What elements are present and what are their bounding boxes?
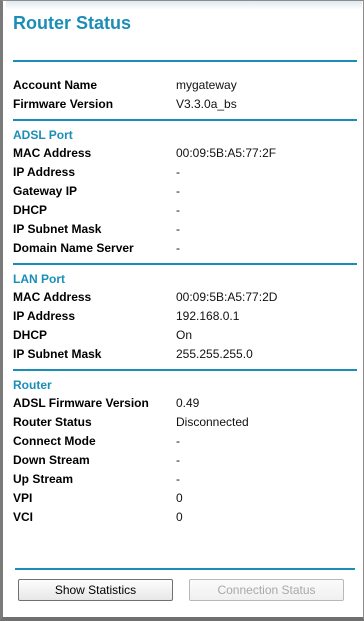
field-label: Account Name bbox=[13, 77, 98, 92]
field-label: VCI bbox=[13, 509, 34, 524]
divider bbox=[13, 369, 357, 371]
field-label: IP Address bbox=[13, 164, 76, 179]
account-section: Account Name mygateway Firmware Version … bbox=[13, 75, 359, 113]
field-label: IP Subnet Mask bbox=[13, 346, 102, 361]
field-value: - bbox=[176, 433, 180, 448]
row-adsl-mac: MAC Address 00:09:5B:A5:77:2F bbox=[13, 143, 359, 162]
field-value: On bbox=[176, 327, 193, 342]
field-label: Connect Mode bbox=[13, 433, 96, 448]
row-firmware-version: Firmware Version V3.3.0a_bs bbox=[13, 94, 359, 113]
field-value: 255.255.255.0 bbox=[176, 346, 253, 361]
row-down-stream: Down Stream - bbox=[13, 450, 359, 469]
section-title-lan-port: LAN Port bbox=[13, 272, 65, 286]
field-label: Gateway IP bbox=[13, 183, 78, 198]
field-label: IP Address bbox=[13, 308, 76, 323]
field-value: - bbox=[176, 183, 180, 198]
row-lan-dhcp: DHCP On bbox=[13, 325, 359, 344]
field-label: Down Stream bbox=[13, 452, 90, 467]
row-adsl-dhcp: DHCP - bbox=[13, 200, 359, 219]
lan-port-section: LAN Port MAC Address 00:09:5B:A5:77:2D I… bbox=[13, 271, 359, 363]
button-bar: Show Statistics Connection Status bbox=[15, 568, 355, 606]
field-value: 0 bbox=[176, 490, 183, 505]
router-section: Router ADSL Firmware Version 0.49 Router… bbox=[13, 377, 359, 526]
divider bbox=[13, 119, 357, 121]
section-title-adsl-port: ADSL Port bbox=[13, 128, 73, 142]
field-value: - bbox=[176, 202, 180, 217]
field-label: DHCP bbox=[13, 327, 48, 342]
field-value: - bbox=[176, 221, 180, 236]
row-adsl-dns: Domain Name Server - bbox=[13, 238, 359, 257]
field-label: ADSL Firmware Version bbox=[13, 395, 149, 410]
row-lan-ip: IP Address 192.168.0.1 bbox=[13, 306, 359, 325]
show-statistics-button[interactable]: Show Statistics bbox=[18, 579, 173, 601]
field-value: 0.49 bbox=[176, 395, 200, 410]
row-adsl-ip: IP Address - bbox=[13, 162, 359, 181]
connection-status-button[interactable]: Connection Status bbox=[189, 579, 344, 601]
field-label: MAC Address bbox=[13, 145, 92, 160]
adsl-port-section: ADSL Port MAC Address 00:09:5B:A5:77:2F … bbox=[13, 127, 359, 257]
row-connect-mode: Connect Mode - bbox=[13, 431, 359, 450]
field-label: Firmware Version bbox=[13, 96, 114, 111]
field-value: Disconnected bbox=[176, 414, 249, 429]
field-label: Router Status bbox=[13, 414, 92, 429]
row-adsl-subnet: IP Subnet Mask - bbox=[13, 219, 359, 238]
title-bar: Router Status bbox=[6, 1, 362, 45]
field-label: DHCP bbox=[13, 202, 48, 217]
row-account-name: Account Name mygateway bbox=[13, 75, 359, 94]
row-router-status: Router Status Disconnected bbox=[13, 412, 359, 431]
field-value: mygateway bbox=[176, 77, 237, 92]
divider bbox=[13, 263, 357, 265]
page-title: Router Status bbox=[13, 13, 132, 33]
field-value: 0 bbox=[176, 509, 183, 524]
row-adsl-firmware: ADSL Firmware Version 0.49 bbox=[13, 393, 359, 412]
field-value: - bbox=[176, 164, 180, 179]
row-vci: VCI 0 bbox=[13, 507, 359, 526]
field-value: - bbox=[176, 240, 180, 255]
field-value: - bbox=[176, 471, 180, 486]
title-stripe bbox=[6, 1, 362, 10]
router-status-panel: Router Status Account Name mygateway Fir… bbox=[0, 0, 364, 621]
field-value: 00:09:5B:A5:77:2F bbox=[176, 145, 277, 160]
field-label: Up Stream bbox=[13, 471, 74, 486]
section-title-router: Router bbox=[13, 378, 52, 392]
row-up-stream: Up Stream - bbox=[13, 469, 359, 488]
status-content: Account Name mygateway Firmware Version … bbox=[13, 60, 359, 526]
field-label: Domain Name Server bbox=[13, 240, 134, 255]
row-vpi: VPI 0 bbox=[13, 488, 359, 507]
field-value: - bbox=[176, 452, 180, 467]
field-value: 00:09:5B:A5:77:2D bbox=[176, 289, 278, 304]
field-label: VPI bbox=[13, 490, 33, 505]
row-lan-subnet: IP Subnet Mask 255.255.255.0 bbox=[13, 344, 359, 363]
field-value: V3.3.0a_bs bbox=[176, 96, 237, 111]
row-lan-mac: MAC Address 00:09:5B:A5:77:2D bbox=[13, 287, 359, 306]
field-value: 192.168.0.1 bbox=[176, 308, 240, 323]
field-label: MAC Address bbox=[13, 289, 92, 304]
field-label: IP Subnet Mask bbox=[13, 221, 102, 236]
row-adsl-gateway: Gateway IP - bbox=[13, 181, 359, 200]
